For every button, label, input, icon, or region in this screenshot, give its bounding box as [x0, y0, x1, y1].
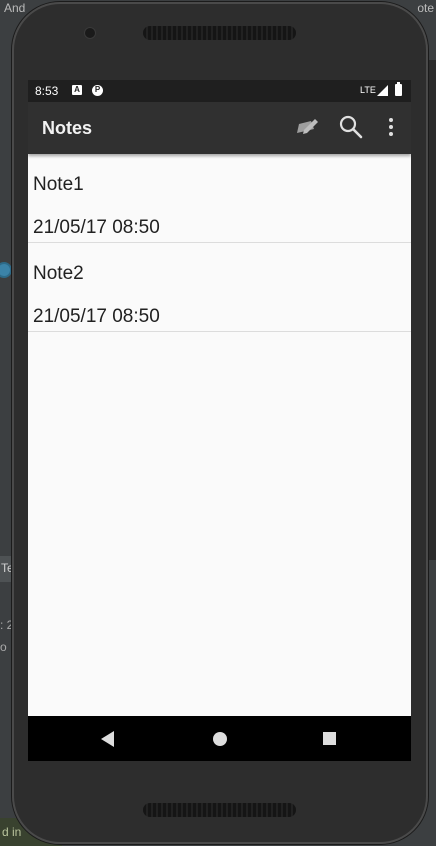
note-title: Note1 — [33, 174, 84, 195]
front-camera — [84, 27, 96, 39]
app-title: Notes — [42, 118, 93, 138]
status-bar: 8:53 A P LTE — [28, 80, 411, 102]
edit-note-icon[interactable] — [292, 112, 322, 142]
network-type: LTE — [360, 85, 376, 95]
ide-side-text-2: o — [0, 640, 7, 654]
home-icon[interactable] — [213, 732, 227, 746]
note-date: 21/05/17 08:50 — [33, 217, 160, 238]
ide-title-left: And — [4, 1, 26, 15]
device-screen: 8:53 A P LTE Notes Note1 21/05/17 08:50 … — [28, 80, 411, 761]
bottom-speaker-grille — [143, 803, 296, 817]
list-item[interactable]: Note2 21/05/17 08:50 — [28, 243, 411, 332]
note-title: Note2 — [33, 263, 84, 284]
overflow-menu-icon[interactable] — [376, 112, 406, 142]
battery-icon — [395, 82, 402, 96]
note-date: 21/05/17 08:50 — [33, 306, 160, 327]
ide-gutter-icon — [0, 262, 12, 278]
notification-a-icon: A — [72, 85, 82, 95]
emulator-device-frame: 8:53 A P LTE Notes Note1 21/05/17 08:50 … — [12, 2, 428, 844]
signal-icon — [377, 85, 388, 96]
search-icon[interactable] — [336, 112, 366, 142]
notification-p-icon: P — [92, 85, 103, 96]
app-toolbar: Notes — [28, 102, 411, 154]
list-item[interactable]: Note1 21/05/17 08:50 — [28, 154, 411, 243]
top-speaker-grille — [143, 26, 296, 40]
recents-icon[interactable] — [323, 732, 336, 745]
status-time: 8:53 — [35, 84, 59, 98]
ide-title-right: ote — [417, 1, 434, 15]
navigation-bar — [28, 716, 411, 761]
notes-list: Note1 21/05/17 08:50 Note2 21/05/17 08:5… — [28, 154, 411, 332]
back-icon[interactable] — [101, 731, 114, 747]
